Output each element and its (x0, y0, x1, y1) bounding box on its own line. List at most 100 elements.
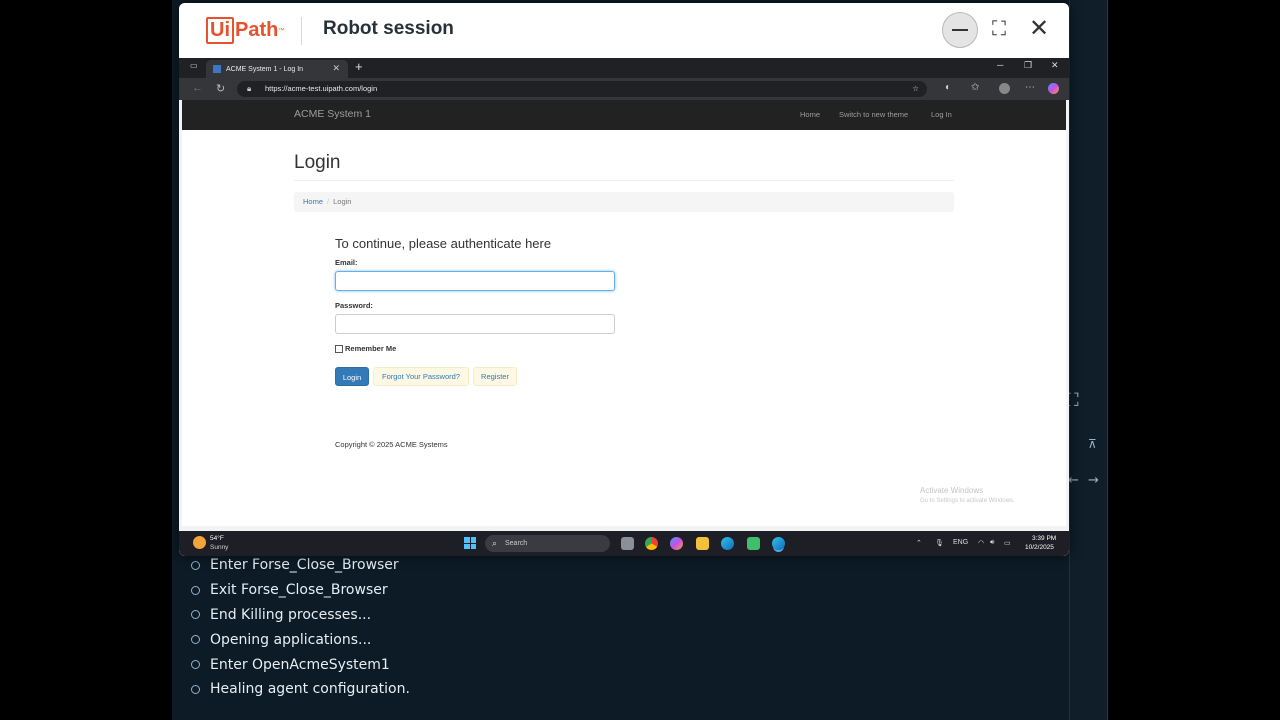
chrome-icon[interactable] (645, 537, 658, 550)
log-text: Healing agent configuration. (210, 681, 410, 698)
copilot-icon[interactable] (1048, 83, 1059, 94)
browser-toolbar: ← ↻ 🔒︎ https://acme-test.uipath.com/logi… (179, 78, 1069, 100)
tab-title: ACME System 1 - Log In (226, 65, 304, 73)
weather-temp[interactable]: 54°F (210, 535, 224, 542)
site-brand[interactable]: ACME System 1 (294, 108, 371, 120)
execution-log: Enter Forse_Close_Browser Exit Forse_Clo… (190, 553, 410, 702)
email-field[interactable] (335, 271, 615, 291)
email-label: Email: (335, 258, 358, 267)
logo-ui: Ui (206, 17, 234, 44)
log-item: Opening applications... (190, 627, 410, 652)
status-dot-icon (191, 635, 200, 645)
refresh-icon[interactable]: ↻ (216, 82, 225, 95)
log-text: Opening applications... (210, 631, 372, 648)
breadcrumb: Home / Login (294, 192, 954, 212)
taskbar-search[interactable]: ⌕ Search (485, 535, 610, 552)
wifi-icon[interactable]: ◠ (978, 539, 984, 547)
nav-switch-theme[interactable]: Switch to new theme (839, 110, 908, 119)
forgot-password-link[interactable]: Forgot Your Password? (373, 367, 469, 386)
favorite-star-icon[interactable]: ☆ (912, 81, 919, 97)
back-icon[interactable]: ← (192, 82, 203, 94)
tab-close-icon[interactable]: ✕ (332, 63, 340, 74)
status-dot-icon (191, 585, 200, 595)
copilot-app-icon[interactable] (670, 537, 683, 550)
search-icon: ⌕ (492, 538, 498, 548)
log-item: End Killing processes... (190, 603, 410, 628)
modal-title: Robot session (323, 18, 454, 39)
clock-time[interactable]: 3:39 PM (1032, 535, 1056, 542)
address-bar[interactable]: 🔒︎ https://acme-test.uipath.com/login ☆ (237, 81, 927, 97)
microphone-icon[interactable]: 🎙︎ (935, 539, 944, 547)
language-indicator[interactable]: ENG (953, 539, 968, 546)
minimize-icon (952, 29, 968, 31)
page-title: Login (294, 152, 341, 173)
status-dot-icon (191, 684, 200, 694)
status-dot-icon (191, 660, 200, 670)
site-footer: Copyright © 2025 ACME Systems (335, 440, 448, 449)
breadcrumb-separator: / (327, 197, 330, 206)
nav-login[interactable]: Log In (931, 110, 952, 119)
robot-session-modal: Ui Path ™ Robot session ⛶ ✕ ▭ ACME Syste… (179, 3, 1069, 556)
remember-me-label[interactable]: Remember Me (345, 344, 396, 353)
weather-sun-icon[interactable] (193, 536, 206, 549)
log-item: Healing agent configuration. (190, 677, 410, 702)
file-explorer-icon[interactable] (696, 537, 709, 550)
new-tab-button[interactable]: + (355, 59, 363, 74)
modal-header: Ui Path ™ Robot session ⛶ ✕ (179, 3, 1069, 58)
minimize-button[interactable] (942, 12, 978, 48)
log-text: Exit Forse_Close_Browser (210, 582, 388, 599)
clock-date[interactable]: 10/2/2025 (1025, 544, 1054, 551)
close-icon: ✕ (1029, 15, 1050, 42)
extensions-icon[interactable]: ◐ (945, 82, 951, 93)
divider (294, 180, 954, 181)
uipath-logo: Ui Path ™ (206, 17, 284, 44)
register-link[interactable]: Register (473, 367, 517, 386)
window-minimize-icon[interactable]: ─ (997, 60, 1003, 70)
window-restore-icon[interactable]: ❐ (1024, 60, 1032, 71)
weather-condition[interactable]: Sunny (210, 544, 228, 551)
log-text: End Killing processes... (210, 606, 372, 623)
log-item: Enter OpenAcmeSystem1 (190, 652, 410, 677)
more-icon[interactable]: ⋯ (1025, 82, 1035, 93)
browser-tabbar: ▭ ACME System 1 - Log In ✕ + ─ ❐ ✕ (179, 58, 1069, 78)
login-button[interactable]: Login (335, 367, 369, 386)
task-view-icon[interactable] (621, 537, 634, 550)
favicon-icon (213, 65, 221, 73)
header-divider (301, 17, 302, 45)
password-field[interactable] (335, 314, 615, 334)
window-close-icon[interactable]: ✕ (1051, 60, 1059, 71)
status-dot-icon (191, 610, 200, 620)
nav-home[interactable]: Home (800, 110, 820, 119)
web-page: ACME System 1 Home Switch to new theme L… (182, 100, 1066, 526)
breadcrumb-home[interactable]: Home (303, 197, 323, 206)
arrow-left-icon[interactable]: ← (1068, 473, 1079, 488)
favorites-icon[interactable]: ✩ (971, 82, 979, 93)
site-navbar: ACME System 1 Home Switch to new theme L… (182, 100, 1066, 130)
lock-icon: 🔒︎ (247, 84, 252, 93)
edge-active-icon[interactable] (772, 537, 785, 550)
tab-actions-icon[interactable]: ▭ (190, 61, 198, 70)
form-heading: To continue, please authenticate here (335, 236, 552, 251)
log-text: Enter Forse_Close_Browser (210, 557, 399, 574)
close-button[interactable]: ✕ (1029, 15, 1049, 43)
maximize-button[interactable]: ⛶ (990, 19, 1008, 39)
breadcrumb-current: Login (333, 197, 352, 206)
search-placeholder: Search (505, 540, 528, 547)
tray-chevron-icon[interactable]: ⌃ (916, 539, 922, 547)
windows-taskbar: 54°F Sunny ⌕ Search ⌃ 🎙︎ ENG ◠ 🔊︎ ▭ 3:39… (179, 531, 1069, 556)
divider (1107, 0, 1108, 720)
browser-tab[interactable]: ACME System 1 - Log In ✕ (206, 60, 348, 78)
arrow-right-icon[interactable]: → (1088, 473, 1099, 488)
volume-icon[interactable]: 🔊︎ (990, 539, 994, 547)
remember-me-checkbox[interactable] (335, 345, 343, 353)
app-icon[interactable] (747, 537, 760, 550)
battery-icon[interactable]: ▭ (1004, 539, 1011, 547)
start-button[interactable] (464, 537, 476, 549)
log-item: Exit Forse_Close_Browser (190, 578, 410, 603)
edge-icon[interactable] (721, 537, 734, 550)
log-text: Enter OpenAcmeSystem1 (210, 656, 390, 673)
password-label: Password: (335, 301, 373, 310)
log-item: Enter Forse_Close_Browser (190, 553, 410, 578)
pin-icon[interactable]: ⊼ (1088, 437, 1097, 451)
profile-icon[interactable] (999, 83, 1010, 94)
